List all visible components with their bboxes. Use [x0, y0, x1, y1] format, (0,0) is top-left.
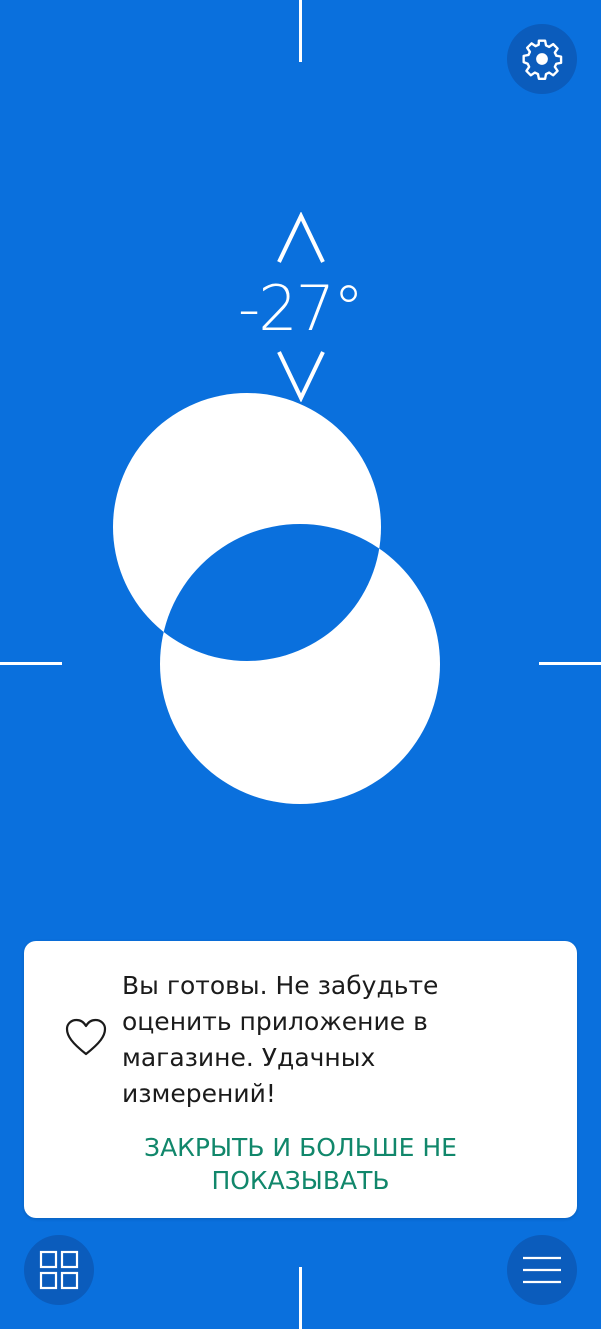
close-dont-show-again-button[interactable]: ЗАКРЫТЬ И БОЛЬШЕ НЕ ПОКАЗЫВАТЬ	[84, 1131, 517, 1197]
increase-angle-button[interactable]	[276, 211, 326, 268]
heart-icon	[65, 1018, 107, 1056]
grid-icon	[39, 1250, 79, 1290]
gear-icon	[522, 39, 563, 80]
angle-readout: -27°	[237, 272, 364, 345]
toast-message: Вы готовы. Не забудьте оценить приложени…	[122, 971, 439, 1108]
hamburger-menu-icon	[523, 1256, 561, 1284]
chevron-down-icon	[277, 351, 325, 403]
decrease-angle-button[interactable]	[276, 350, 326, 406]
menu-button[interactable]	[507, 1235, 577, 1305]
chevron-up-icon	[277, 211, 325, 263]
rate-app-toast: Вы готовы. Не забудьте оценить приложени…	[24, 941, 577, 1218]
grid-button[interactable]	[24, 1235, 94, 1305]
settings-button[interactable]	[507, 24, 577, 94]
